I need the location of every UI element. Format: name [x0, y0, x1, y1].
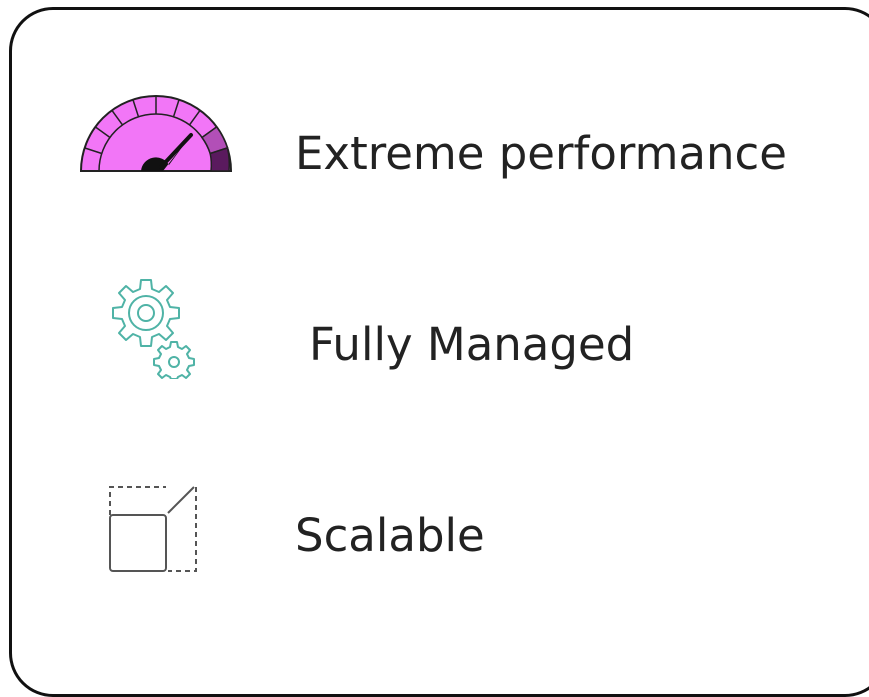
resize-icon — [108, 485, 198, 578]
feature-label: Extreme performance — [295, 127, 787, 180]
feature-label: Scalable — [295, 509, 485, 562]
speedometer-icon — [79, 95, 233, 180]
feature-label: Fully Managed — [309, 318, 635, 371]
gears-icon — [108, 279, 200, 384]
